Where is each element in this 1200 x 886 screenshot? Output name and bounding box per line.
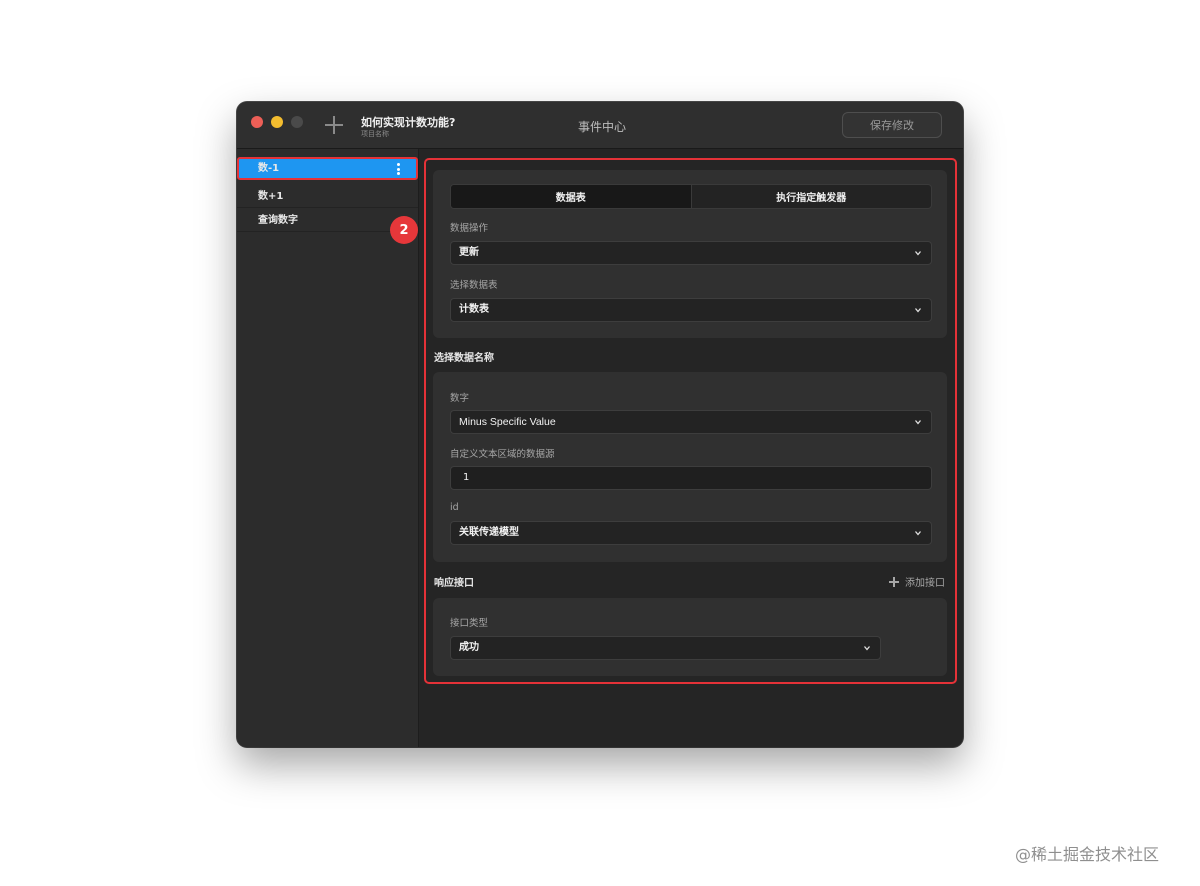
custom-source-label: 自定义文本区域的数据源 <box>450 449 555 460</box>
event-sidebar: 数-1 数+1 查询数字 <box>237 149 419 747</box>
more-options-icon[interactable] <box>397 163 400 175</box>
watermark: @稀土掘金技术社区 <box>1015 845 1160 864</box>
chevron-down-icon <box>915 307 921 313</box>
tab-data-table[interactable]: 数据表 <box>451 185 692 208</box>
title-bar: 如何实现计数功能? 项目名称 事件中心 保存修改 <box>237 102 963 149</box>
add-interface-label: 添加接口 <box>905 578 945 589</box>
save-button[interactable]: 保存修改 <box>842 112 942 138</box>
sidebar-item-label: 数+1 <box>258 191 284 202</box>
tab-trigger[interactable]: 执行指定触发器 <box>692 185 932 208</box>
chevron-down-icon <box>915 419 921 425</box>
interface-type-label: 接口类型 <box>450 618 489 629</box>
chevron-down-icon <box>864 645 870 651</box>
interface-type-select[interactable]: 成功 <box>450 636 881 660</box>
sidebar-item-plus-one[interactable]: 数+1 <box>237 185 418 208</box>
chevron-down-icon <box>915 530 921 536</box>
sidebar-item-label: 查询数字 <box>258 215 298 226</box>
app-window: 如何实现计数功能? 项目名称 事件中心 保存修改 数-1 数+1 查询数字 2 … <box>237 102 963 747</box>
action-tabs: 数据表 执行指定触发器 <box>450 184 932 209</box>
number-label: 数字 <box>450 393 470 404</box>
id-label: id <box>450 502 459 513</box>
data-operation-select[interactable]: 更新 <box>450 241 932 265</box>
select-value: 更新 <box>459 247 479 258</box>
minimize-window-button[interactable] <box>271 116 283 128</box>
step-badge: 2 <box>390 216 418 244</box>
id-select[interactable]: 关联传递模型 <box>450 521 932 545</box>
table-select[interactable]: 计数表 <box>450 298 932 322</box>
select-data-name-heading: 选择数据名称 <box>434 353 494 364</box>
select-value: 关联传递模型 <box>459 527 519 538</box>
chevron-down-icon <box>915 250 921 256</box>
add-interface-button[interactable]: 添加接口 <box>889 574 945 589</box>
data-operation-label: 数据操作 <box>450 223 489 234</box>
zoom-window-button[interactable] <box>291 116 303 128</box>
select-value: 成功 <box>459 642 479 653</box>
project-title: 如何实现计数功能? <box>361 116 456 129</box>
number-select[interactable]: Minus Specific Value <box>450 410 932 434</box>
sidebar-item-minus-one[interactable]: 数-1 <box>237 157 418 180</box>
response-interface-heading: 响应接口 <box>434 578 474 589</box>
project-subtitle: 项目名称 <box>361 130 389 138</box>
select-value: Minus Specific Value <box>459 416 556 428</box>
select-value: 计数表 <box>459 304 489 315</box>
plus-icon <box>889 577 899 587</box>
sidebar-item-label: 数-1 <box>258 163 280 174</box>
window-title: 事件中心 <box>578 120 627 134</box>
select-table-label: 选择数据表 <box>450 280 498 291</box>
add-icon[interactable] <box>323 114 345 136</box>
custom-source-input[interactable]: 1 <box>450 466 932 490</box>
close-window-button[interactable] <box>251 116 263 128</box>
